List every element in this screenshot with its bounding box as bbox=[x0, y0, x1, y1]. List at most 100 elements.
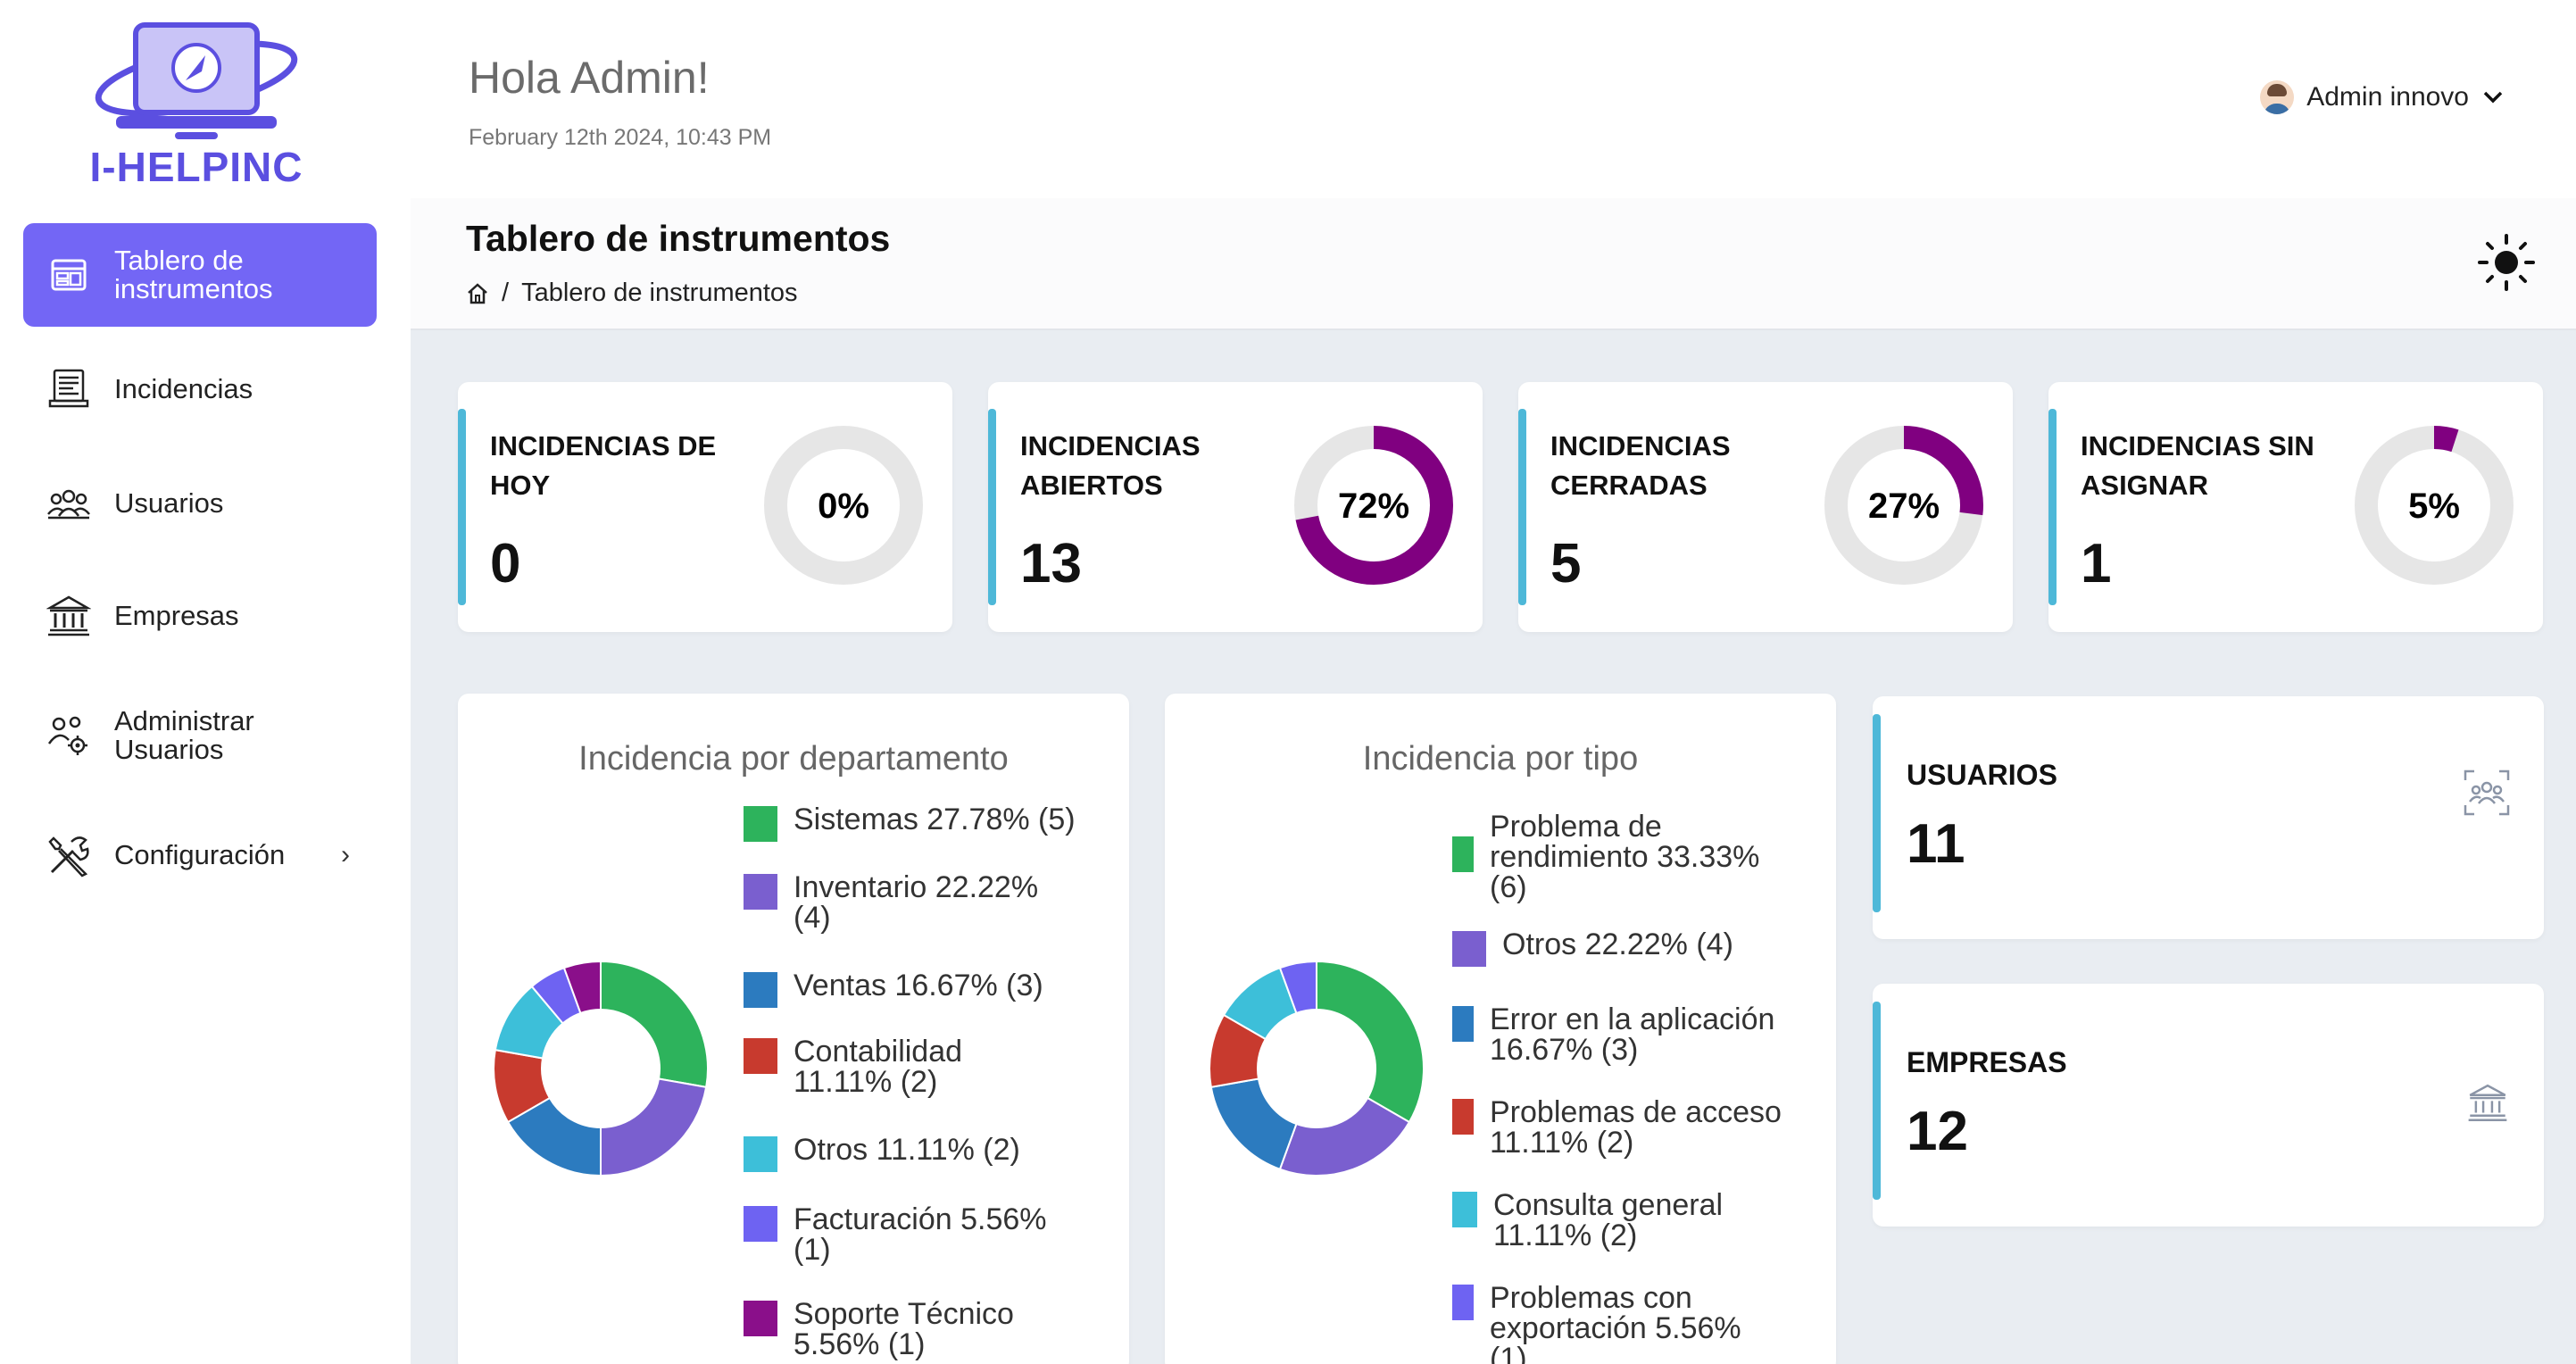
stat-percent: 27% bbox=[1868, 487, 1940, 526]
legend-label: Contabilidad 11.11% (2) bbox=[794, 1035, 963, 1099]
breadcrumb-separator: / bbox=[502, 279, 510, 307]
stat-value: 13 bbox=[1020, 533, 1082, 595]
chart-card-tipo: Incidencia por tipo Problema de rendimie… bbox=[1165, 694, 1836, 1364]
accent-bar bbox=[458, 409, 466, 605]
stat-ring: 5% bbox=[2355, 426, 2514, 585]
legend-label: Facturación 5.56% (1) bbox=[794, 1202, 1047, 1267]
sidebar-item-label: Empresas bbox=[114, 600, 239, 631]
legend-label: Problemas con exportación 5.56% (1) bbox=[1490, 1281, 1741, 1364]
theme-toggle-button[interactable] bbox=[2474, 230, 2539, 295]
stat-card-abiertos: INCIDENCIAS ABIERTOS 13 72% bbox=[988, 382, 1483, 632]
chart-title: Incidencia por departamento bbox=[578, 740, 1009, 778]
legend-label: Consulta general 11.11% (2) bbox=[1493, 1188, 1724, 1252]
chart-card-departamento: Incidencia por departamento Sistemas 27.… bbox=[458, 694, 1129, 1364]
stat-percent: 72% bbox=[1338, 487, 1409, 526]
greeting: Hola Admin! bbox=[469, 53, 710, 103]
stat-ring: 27% bbox=[1824, 426, 1983, 585]
legend-swatch bbox=[744, 1301, 777, 1336]
legend-item[interactable]: Problema de rendimiento 33.33% (6) bbox=[1452, 811, 1775, 902]
legend-swatch bbox=[744, 874, 777, 910]
pie-slice-3[interactable] bbox=[1209, 1077, 1298, 1171]
tools-icon bbox=[45, 831, 93, 879]
pie-slice-1[interactable] bbox=[600, 960, 709, 1088]
page-title: Tablero de instrumentos bbox=[466, 218, 891, 259]
accent-bar bbox=[2048, 409, 2057, 605]
accent-bar bbox=[1518, 409, 1526, 605]
legend-label: Soporte Técnico 5.56% (1) bbox=[794, 1297, 1014, 1361]
legend-item[interactable]: Problemas con exportación 5.56% (1) bbox=[1452, 1283, 1784, 1364]
brand-logo[interactable]: I-HELPINC bbox=[89, 16, 303, 191]
stat-percent: 0% bbox=[818, 487, 869, 526]
avatar bbox=[2260, 80, 2295, 114]
legend-item[interactable]: Facturación 5.56% (1) bbox=[744, 1204, 1061, 1265]
chevron-right-icon: › bbox=[341, 840, 350, 869]
legend-item[interactable]: Consulta general 11.11% (2) bbox=[1452, 1190, 1761, 1251]
sidebar-item-administrar-usuarios[interactable]: Administrar Usuarios bbox=[23, 684, 377, 787]
stat-value: 5 bbox=[1550, 533, 1582, 595]
legend-swatch bbox=[1452, 836, 1474, 872]
bank-icon bbox=[45, 592, 93, 640]
legend-item[interactable]: Contabilidad 11.11% (2) bbox=[744, 1036, 1061, 1097]
legend-swatch bbox=[744, 1038, 777, 1074]
stat-value: 0 bbox=[490, 533, 521, 595]
accent-bar bbox=[1873, 1002, 1881, 1200]
sidebar-item-configuracion[interactable]: Configuración › bbox=[23, 803, 377, 907]
legend-label: Inventario 22.22% (4) bbox=[794, 870, 1039, 935]
info-value: 11 bbox=[1907, 813, 1965, 875]
accent-bar bbox=[988, 409, 996, 605]
legend-item[interactable]: Otros 22.22% (4) bbox=[1452, 929, 1806, 967]
legend-swatch bbox=[1452, 1285, 1474, 1320]
users-gear-icon bbox=[45, 711, 93, 760]
legend-item[interactable]: Soporte Técnico 5.56% (1) bbox=[744, 1299, 1043, 1360]
legend-swatch bbox=[1452, 1192, 1477, 1227]
legend-swatch bbox=[744, 1206, 777, 1242]
legend-item[interactable]: Problemas de acceso 11.11% (2) bbox=[1452, 1097, 1784, 1158]
info-label: USUARIOS bbox=[1907, 759, 2057, 791]
donut-chart bbox=[1209, 960, 1425, 1177]
sidebar-item-label: Configuración bbox=[114, 839, 286, 870]
stat-ring: 72% bbox=[1294, 426, 1453, 585]
brand-name: I-HELPINC bbox=[89, 144, 303, 190]
donut-chart bbox=[493, 960, 709, 1177]
user-menu[interactable]: Admin innovo bbox=[2260, 80, 2505, 114]
legend-item[interactable]: Sistemas 27.78% (5) bbox=[744, 804, 1097, 842]
stat-card-sin-asignar: INCIDENCIAS SIN ASIGNAR 1 5% bbox=[2048, 382, 2543, 632]
legend-swatch bbox=[744, 1136, 777, 1172]
report-icon bbox=[45, 365, 93, 413]
bank-icon bbox=[2468, 1084, 2507, 1121]
legend-swatch bbox=[1452, 931, 1486, 967]
legend-item[interactable]: Ventas 16.67% (3) bbox=[744, 970, 1097, 1008]
legend-item[interactable]: Otros 11.11% (2) bbox=[744, 1135, 1097, 1172]
info-value: 12 bbox=[1907, 1101, 1968, 1162]
legend-item[interactable]: Error en la aplicación 16.67% (3) bbox=[1452, 1004, 1784, 1065]
info-card-empresas: EMPRESAS 12 bbox=[1873, 984, 2544, 1227]
dashboard-icon bbox=[45, 251, 93, 299]
pie-slice-1[interactable] bbox=[1316, 960, 1425, 1124]
pie-slice-2[interactable] bbox=[600, 1077, 708, 1177]
users-scan-icon bbox=[2464, 769, 2510, 816]
legend-item[interactable]: Inventario 22.22% (4) bbox=[744, 872, 1061, 933]
legend-label: Problemas de acceso 11.11% (2) bbox=[1490, 1095, 1782, 1160]
legend-swatch bbox=[744, 972, 777, 1008]
top-header: Hola Admin! February 12th 2024, 10:43 PM… bbox=[411, 0, 2576, 198]
stat-card-hoy: INCIDENCIAS DE HOY 0 0% bbox=[458, 382, 952, 632]
legend-label: Problema de rendimiento 33.33% (6) bbox=[1490, 810, 1760, 904]
legend-label: Error en la aplicación 16.67% (3) bbox=[1490, 1002, 1775, 1067]
sidebar-item-label: Usuarios bbox=[114, 487, 224, 519]
sidebar-item-dashboard[interactable]: Tablero de instrumentos bbox=[23, 223, 377, 327]
sidebar-item-usuarios[interactable]: Usuarios bbox=[23, 452, 377, 555]
stat-label: INCIDENCIAS CERRADAS bbox=[1550, 430, 1731, 501]
sidebar-item-incidencias[interactable]: Incidencias bbox=[23, 337, 377, 441]
stat-card-cerradas: INCIDENCIAS CERRADAS 5 27% bbox=[1518, 382, 2013, 632]
sidebar-item-label: Tablero de instrumentos bbox=[114, 245, 273, 304]
sidebar-item-empresas[interactable]: Empresas bbox=[23, 564, 377, 668]
sun-icon bbox=[2478, 234, 2535, 291]
sidebar-item-label: Incidencias bbox=[114, 373, 253, 404]
info-label: EMPRESAS bbox=[1907, 1046, 2067, 1078]
breadcrumb-current: Tablero de instrumentos bbox=[521, 279, 798, 307]
home-icon[interactable] bbox=[466, 282, 489, 305]
info-card-usuarios: USUARIOS 11 bbox=[1873, 696, 2544, 939]
stat-ring: 0% bbox=[764, 426, 923, 585]
legend-swatch bbox=[1452, 1006, 1474, 1042]
legend-label: Sistemas 27.78% (5) bbox=[794, 803, 1076, 836]
